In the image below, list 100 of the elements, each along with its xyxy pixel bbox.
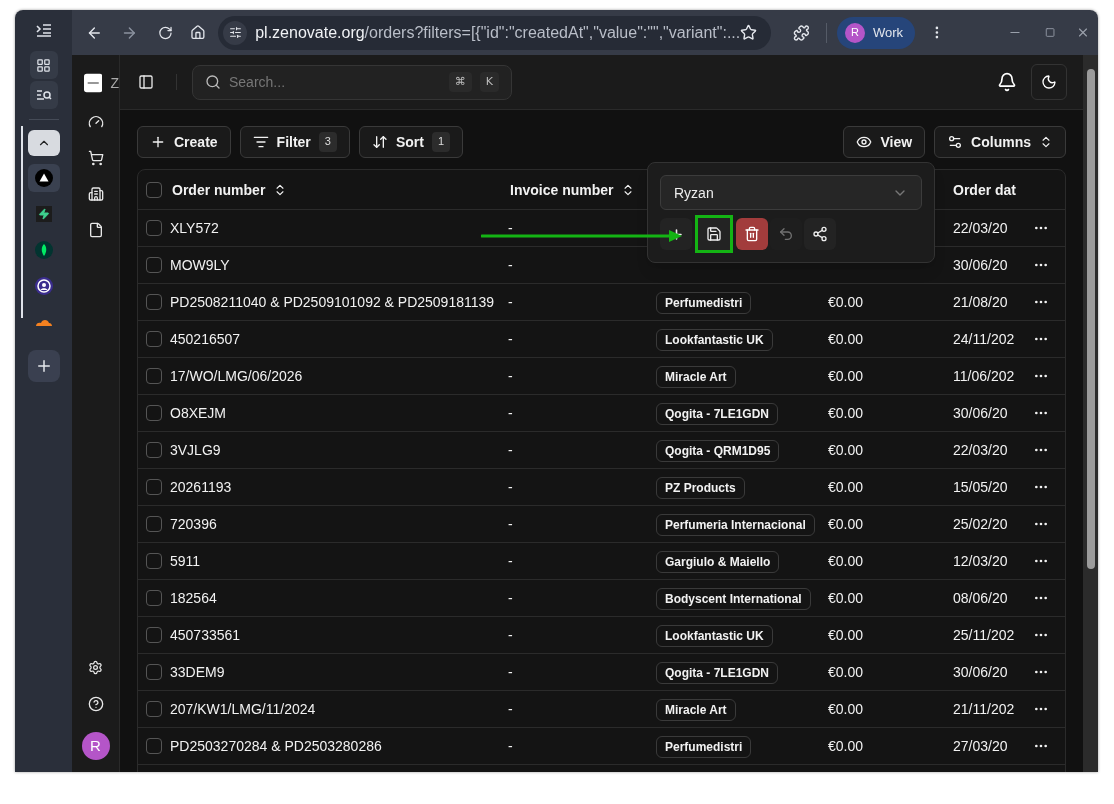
moon-icon — [1041, 74, 1057, 90]
maximize-icon[interactable] — [1044, 27, 1056, 38]
table-cell: €0.00 — [828, 294, 864, 310]
view-select[interactable]: Ryzan — [660, 175, 922, 210]
grid-icon — [36, 57, 51, 73]
supplier-tag: Bodyscent International — [656, 588, 811, 610]
save-view-button[interactable] — [698, 218, 730, 250]
plus-icon — [150, 134, 166, 150]
sidebar-toggle-icon[interactable] — [138, 74, 154, 90]
column-header[interactable]: Order number — [172, 179, 266, 200]
row-checkbox[interactable] — [146, 257, 162, 273]
site-settings-icon[interactable] — [228, 26, 242, 39]
table-cell: - — [508, 553, 513, 569]
table-cell: €0.00 — [828, 368, 864, 384]
create-button[interactable]: Create — [137, 126, 231, 158]
table-cell: 11/06/202 — [953, 368, 1015, 384]
count-badge: 3 — [318, 132, 337, 152]
collapse-group-button[interactable] — [27, 130, 60, 156]
filter-icon — [252, 134, 269, 150]
cart-icon[interactable] — [87, 150, 104, 166]
document-icon[interactable] — [87, 222, 104, 238]
table-cell: 450733561 — [170, 627, 241, 643]
table-cell: 30/06/20 — [953, 405, 1008, 421]
select-all-checkbox[interactable] — [146, 181, 162, 198]
help-icon[interactable] — [87, 696, 104, 712]
table-cell: 17/WO/LMG/06/2026 — [170, 368, 303, 384]
row-checkbox[interactable] — [146, 294, 162, 310]
notification-icon[interactable] — [997, 72, 1017, 92]
shortcut-key: ⌘ — [448, 71, 472, 93]
expand-tabs-icon[interactable] — [35, 23, 52, 37]
share-icon — [812, 226, 828, 242]
table-cell: - — [508, 664, 513, 680]
supplier-tag: Perfumeria Internacional — [656, 514, 815, 536]
undo-icon — [778, 226, 794, 242]
row-checkbox[interactable] — [146, 516, 162, 532]
table-cell: - — [508, 220, 513, 236]
row-checkbox[interactable] — [146, 220, 162, 236]
table-cell: 22/03/20 — [953, 442, 1008, 458]
extensions-icon[interactable] — [793, 23, 810, 42]
search-input[interactable]: Search... — [229, 71, 441, 93]
count-badge: 1 — [431, 132, 451, 152]
table-cell: 21/08/20 — [953, 294, 1008, 310]
share-view-button[interactable] — [804, 218, 836, 250]
row-checkbox[interactable] — [146, 553, 162, 569]
row-checkbox[interactable] — [146, 405, 162, 421]
row-checkbox[interactable] — [146, 701, 162, 717]
column-header[interactable]: Order dat — [953, 179, 1016, 200]
profile-chip[interactable]: R Work — [836, 16, 916, 49]
table-cell: 24/11/202 — [953, 331, 1015, 347]
row-checkbox[interactable] — [146, 331, 162, 347]
cloud-app-icon[interactable] — [34, 317, 53, 327]
delete-view-button[interactable] — [736, 218, 768, 250]
row-checkbox[interactable] — [146, 368, 162, 384]
row-checkbox[interactable] — [146, 627, 162, 643]
table-cell: 22/03/20 — [953, 220, 1008, 236]
close-icon[interactable] — [1076, 25, 1090, 40]
shortcut-key: K — [479, 71, 499, 93]
column-header[interactable]: Invoice number — [510, 179, 614, 200]
table-cell: MOW9LY — [170, 257, 230, 273]
settings-icon[interactable] — [88, 660, 103, 675]
sliders-icon — [947, 134, 964, 150]
home-icon[interactable] — [190, 24, 207, 41]
table-cell: 720396 — [170, 516, 217, 532]
bookmark-icon[interactable] — [740, 24, 758, 41]
search-tabs-button[interactable] — [29, 81, 58, 109]
table-cell: €0.00 — [828, 516, 864, 532]
columns-button[interactable]: Columns — [934, 126, 1066, 158]
table-cell: 08/06/20 — [953, 590, 1008, 606]
supplier-tag: PZ Products — [656, 477, 745, 499]
row-checkbox[interactable] — [146, 738, 162, 754]
reload-icon[interactable] — [157, 24, 173, 41]
row-checkbox[interactable] — [146, 590, 162, 606]
leaf-app-icon[interactable] — [34, 241, 53, 259]
dashboard-icon[interactable] — [87, 114, 104, 130]
grid-button[interactable] — [29, 51, 58, 79]
filter-button[interactable]: Filter 3 — [239, 126, 350, 158]
app-tab[interactable] — [27, 164, 60, 192]
table-cell: XLY572 — [170, 220, 219, 236]
view-button[interactable]: View — [843, 126, 926, 158]
table-cell: PD2503270284 & PD2503280286 — [170, 738, 382, 754]
table-cell: 207/KW1/LMG/11/2024 — [170, 701, 316, 717]
row-checkbox[interactable] — [146, 479, 162, 495]
bolt-app-icon[interactable] — [35, 206, 52, 222]
sort-icon — [371, 134, 388, 150]
triangle-app-icon[interactable] — [34, 169, 53, 187]
building-icon[interactable] — [87, 186, 104, 202]
table-cell: 25/11/202 — [953, 627, 1015, 643]
row-checkbox[interactable] — [146, 442, 162, 458]
add-view-button[interactable] — [660, 218, 692, 250]
table-cell: - — [508, 627, 513, 643]
address-bar[interactable]: pl.zenovate.org/orders?filters=[{"id":"createdAt","value":"","variant":... — [218, 15, 772, 50]
user-avatar[interactable]: R — [81, 732, 110, 760]
person-ring-app-icon[interactable] — [34, 277, 53, 295]
new-tab-button[interactable] — [27, 350, 60, 382]
table-cell: €0.00 — [828, 627, 864, 643]
sort-button[interactable]: Sort 1 — [358, 126, 464, 158]
theme-toggle-button[interactable] — [1031, 64, 1067, 100]
row-checkbox[interactable] — [146, 664, 162, 680]
table-cell: - — [508, 405, 513, 421]
search-field[interactable]: Search... ⌘ K — [192, 64, 512, 100]
